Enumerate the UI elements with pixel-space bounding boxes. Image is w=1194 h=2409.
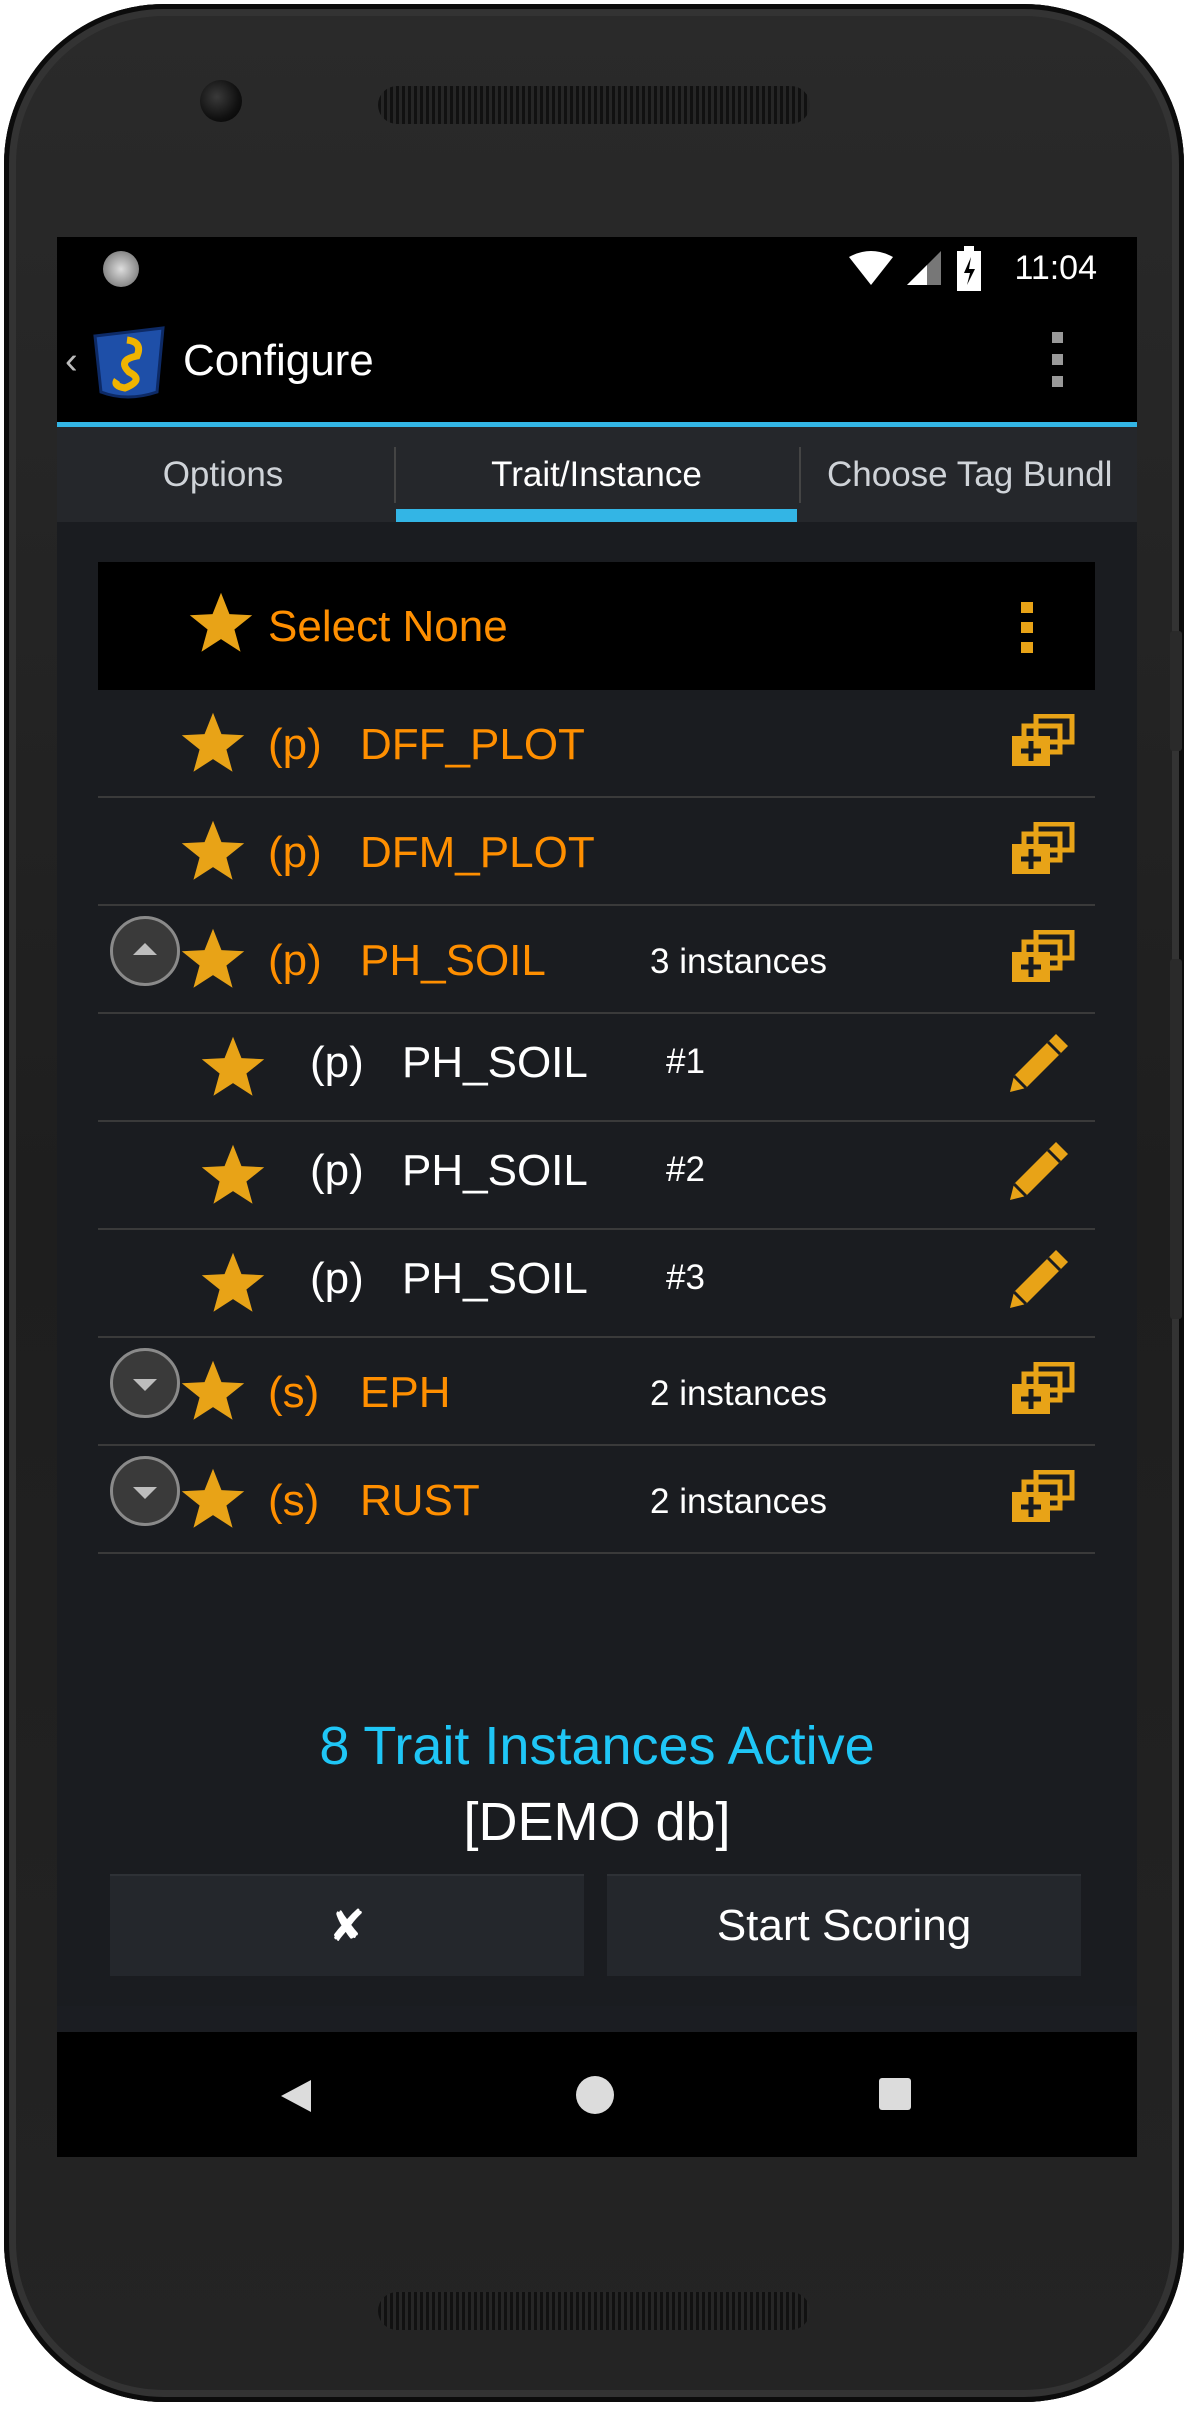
instance-row[interactable]: (p) PH_SOIL #2 (98, 1122, 1095, 1230)
tab-choose-tag-bundle[interactable]: Choose Tag Bundl (801, 427, 1137, 522)
instance-count: 2 instances (650, 1482, 828, 1521)
tab-indicator (396, 509, 797, 522)
action-bar: ‹ Configure (57, 300, 1137, 427)
edit-pencil-icon[interactable] (1004, 1030, 1072, 1098)
expand-toggle[interactable] (110, 1348, 180, 1418)
top-speaker (378, 86, 810, 124)
expand-toggle[interactable] (110, 1456, 180, 1526)
add-instance-icon[interactable] (1010, 714, 1076, 772)
trait-name: DFM_PLOT (360, 828, 595, 877)
star-icon[interactable] (198, 1142, 268, 1210)
screen-title: Configure (183, 336, 374, 385)
chevron-down-icon (133, 1379, 157, 1391)
tab-choose-tag-bundle-label: Choose Tag Bundl (827, 454, 1113, 494)
tab-options-label: Options (162, 454, 284, 494)
cancel-button[interactable]: ✘ (110, 1874, 584, 1976)
cancel-icon: ✘ (328, 1901, 366, 1951)
bottom-speaker (378, 2292, 810, 2330)
collapse-toggle[interactable] (110, 916, 180, 986)
active-count-label: 8 Trait Instances Active (319, 1716, 875, 1776)
trait-row-ph-soil[interactable]: (p) PH_SOIL 3 instances (98, 906, 1095, 1014)
trait-list-panel: Select None (p) DFF_PLOT (p) DFM_PLOT (p… (57, 522, 1137, 2006)
trait-prefix: (s) (268, 1368, 320, 1417)
trait-prefix: (s) (268, 1476, 320, 1525)
battery-icon (957, 246, 981, 291)
database-label: [DEMO db] (463, 1792, 731, 1852)
start-scoring-button[interactable]: Start Scoring (607, 1874, 1081, 1976)
add-instance-icon[interactable] (1010, 1362, 1076, 1420)
trait-prefix: (p) (310, 1038, 364, 1087)
trait-prefix: (p) (310, 1254, 364, 1303)
volume-button (1170, 959, 1182, 1319)
tab-options[interactable]: Options (57, 427, 389, 522)
trait-name: EPH (360, 1368, 451, 1417)
star-icon[interactable] (198, 1250, 268, 1318)
star-icon[interactable] (178, 710, 248, 778)
trait-prefix: (p) (268, 720, 322, 769)
star-icon[interactable] (198, 1034, 268, 1102)
status-time: 11:04 (1014, 249, 1097, 287)
start-scoring-label: Start Scoring (716, 1901, 972, 1950)
star-icon[interactable] (178, 1358, 248, 1426)
trait-row-eph[interactable]: (s) EPH 2 instances (98, 1338, 1095, 1446)
instance-row[interactable]: (p) PH_SOIL #3 (98, 1230, 1095, 1338)
tab-bar: Options Trait/Instance Choose Tag Bundl (57, 427, 1137, 522)
chevron-down-icon (133, 1487, 157, 1499)
trait-name: PH_SOIL (402, 1146, 588, 1195)
trait-row-rust[interactable]: (s) RUST 2 instances (98, 1446, 1095, 1554)
home-icon[interactable] (576, 2076, 614, 2114)
tab-trait-instance[interactable]: Trait/Instance (396, 427, 797, 522)
status-bar: 11:04 (57, 237, 1137, 300)
trait-name: RUST (360, 1476, 480, 1525)
trait-name: DFF_PLOT (360, 720, 585, 769)
sync-icon (103, 251, 139, 287)
edit-pencil-icon[interactable] (1004, 1138, 1072, 1206)
trait-row-dfm-plot[interactable]: (p) DFM_PLOT (98, 798, 1095, 906)
star-icon[interactable] (178, 926, 248, 994)
add-instance-icon[interactable] (1010, 1470, 1076, 1528)
add-instance-icon[interactable] (1010, 930, 1076, 988)
screen: 11:04 ‹ Configure Options Trait/Instance… (57, 237, 1137, 2157)
trait-name: PH_SOIL (402, 1254, 588, 1303)
back-chevron-icon[interactable]: ‹ (65, 340, 78, 383)
trait-prefix: (p) (268, 936, 322, 985)
trait-name: PH_SOIL (360, 936, 546, 985)
instance-row[interactable]: (p) PH_SOIL #1 (98, 1014, 1095, 1122)
instance-count: 3 instances (650, 942, 828, 981)
instance-number: #3 (666, 1258, 705, 1297)
instance-count: 2 instances (650, 1374, 828, 1413)
back-icon[interactable] (279, 2078, 313, 2114)
star-icon (189, 592, 253, 652)
recents-icon[interactable] (879, 2078, 911, 2110)
star-icon[interactable] (178, 818, 248, 886)
instance-number: #2 (666, 1150, 705, 1189)
trait-name: PH_SOIL (402, 1038, 588, 1087)
overflow-menu-icon[interactable] (1019, 600, 1035, 656)
select-none-row[interactable]: Select None (98, 562, 1095, 690)
trait-prefix: (p) (310, 1146, 364, 1195)
front-camera (200, 80, 242, 122)
edit-pencil-icon[interactable] (1004, 1246, 1072, 1314)
navigation-bar (57, 2032, 1137, 2157)
chevron-up-icon (133, 943, 157, 955)
add-instance-icon[interactable] (1010, 822, 1076, 880)
star-icon[interactable] (178, 1466, 248, 1534)
power-button (1170, 631, 1182, 751)
tab-trait-instance-label: Trait/Instance (491, 454, 702, 494)
trait-row-dff-plot[interactable]: (p) DFF_PLOT (98, 690, 1095, 798)
app-logo[interactable] (87, 322, 171, 402)
overflow-menu-icon[interactable] (1050, 330, 1066, 390)
phone-frame: 11:04 ‹ Configure Options Trait/Instance… (4, 4, 1184, 2402)
instance-number: #1 (666, 1042, 705, 1081)
trait-prefix: (p) (268, 828, 322, 877)
signal-icon (849, 251, 941, 285)
select-none-label: Select None (268, 602, 508, 651)
